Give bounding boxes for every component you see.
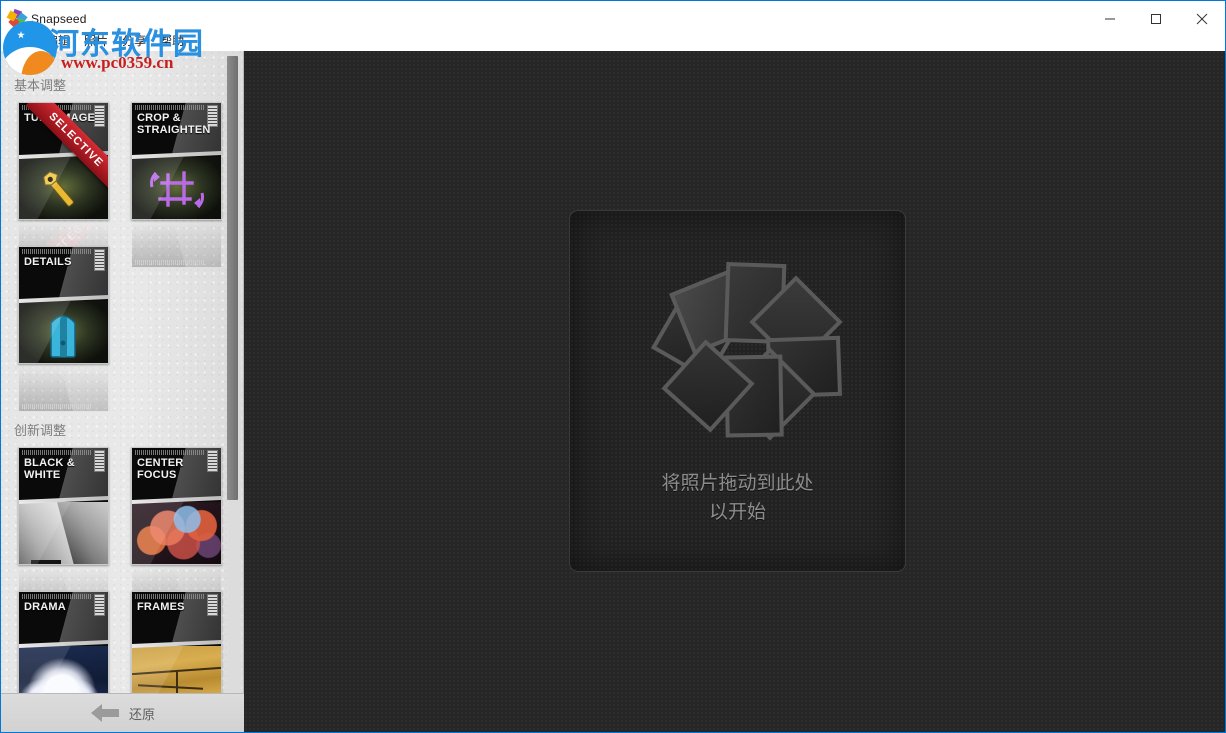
tile-body — [19, 502, 108, 564]
tile-wrap: TUNE IMAGE — [18, 102, 131, 268]
sidebar-scrollbar-track[interactable] — [227, 53, 241, 692]
menu-item-photo[interactable]: 照片 — [77, 32, 115, 50]
tile-body — [132, 157, 221, 219]
close-button[interactable] — [1179, 1, 1225, 37]
snapseed-pinwheel-icon — [6, 8, 28, 28]
tile-header: FRAMES — [132, 592, 221, 644]
dropzone-line-2: 以开始 — [708, 500, 766, 523]
section-title-basic: 基本调整 — [14, 79, 67, 94]
tile-label: CROP & STRAIGHTEN — [137, 112, 211, 136]
tile-label: DETAILS — [24, 256, 72, 268]
snapseed-pinwheel-logo — [650, 261, 843, 441]
filter-tile-tune-image[interactable]: TUNE IMAGE — [18, 102, 109, 220]
tile-topstrip — [22, 249, 92, 254]
close-icon — [1196, 13, 1208, 25]
tile-wrap: BLACK & WHITE — [18, 447, 131, 613]
filter-tile-drama[interactable]: DRAMA — [18, 591, 109, 694]
clouds-photo-icon — [19, 646, 108, 694]
menu-item-share[interactable]: 分享 — [115, 32, 153, 50]
tile-row: TUNE IMAGE — [1, 102, 243, 268]
tile-topstrip — [22, 594, 92, 599]
menu-item-file[interactable]: 文件 — [1, 32, 39, 50]
editor-canvas: 将照片拖动到此处 以开始 — [244, 51, 1225, 732]
menu-item-edit[interactable]: 编辑 — [39, 32, 77, 50]
tile-label: CENTER FOCUS — [137, 457, 184, 481]
maximize-button[interactable] — [1133, 1, 1179, 37]
tile-row: BLACK & WHITE CENTER FOCUS — [1, 447, 243, 613]
revert-button[interactable]: 还原 — [129, 704, 155, 723]
filter-tile-frames[interactable]: FRAMES — [131, 591, 222, 694]
menu-bar: 文件 编辑 照片 分享 帮助 — [1, 31, 244, 51]
tile-header: BLACK & WHITE — [19, 448, 108, 500]
tile-body — [132, 646, 221, 694]
section-title-creative: 创新调整 — [14, 424, 67, 439]
tile-header: DRAMA — [19, 592, 108, 644]
window-controls — [1087, 1, 1225, 37]
tile-topstrip — [135, 594, 205, 599]
barcode-icon — [94, 249, 105, 271]
bokeh-photo-icon — [132, 502, 221, 564]
filter-tile-details[interactable]: DETAILS — [18, 246, 109, 364]
tile-header: CROP & STRAIGHTEN — [132, 103, 221, 155]
filter-tile-black-and-white[interactable]: BLACK & WHITE — [18, 447, 109, 565]
tile-label: FRAMES — [137, 601, 185, 613]
maximize-icon — [1151, 14, 1161, 24]
minimize-button[interactable] — [1087, 1, 1133, 37]
wrench-icon — [43, 171, 74, 207]
tile-row: DRAMA FRAMES — [1, 591, 243, 694]
frames-photo-icon — [132, 646, 221, 694]
crop-rotate-icon — [150, 171, 204, 209]
barcode-icon — [94, 594, 105, 616]
tile-topstrip — [22, 450, 92, 455]
bw-photo-icon — [19, 502, 108, 564]
tile-wrap: DETAILS — [18, 246, 131, 412]
tile-reflection — [18, 366, 111, 412]
tile-body — [19, 301, 108, 363]
filter-tile-center-focus[interactable]: CENTER FOCUS — [131, 447, 222, 565]
menu-item-help[interactable]: 帮助 — [153, 32, 191, 50]
window-title: Snapseed — [31, 12, 87, 26]
tile-topstrip — [135, 450, 205, 455]
minimize-icon — [1105, 18, 1115, 20]
sidebar-scrollbar-thumb[interactable] — [227, 56, 238, 500]
snapseed-window: Snapseed 文件 编辑 照片 分享 帮助 河东软件园 www.pc0359… — [0, 0, 1226, 733]
sharpener-icon — [50, 315, 76, 358]
filters-scroll-area: 基本调整 TUNE IMAGE — [1, 51, 243, 694]
tile-label: BLACK & WHITE — [24, 457, 75, 481]
bottom-toolbar: 还原 — [1, 693, 244, 732]
tile-reflection — [131, 222, 224, 268]
filter-tile-crop-straighten[interactable]: CROP & STRAIGHTEN — [131, 102, 222, 220]
barcode-icon — [94, 105, 105, 127]
tile-wrap: DRAMA — [18, 591, 131, 694]
tile-topstrip — [135, 105, 205, 110]
tile-label: DRAMA — [24, 601, 66, 613]
photo-dropzone[interactable]: 将照片拖动到此处 以开始 — [569, 209, 906, 572]
dropzone-line-1: 将照片拖动到此处 — [661, 471, 814, 494]
barcode-icon — [207, 594, 218, 616]
tile-body — [132, 502, 221, 564]
tile-header: DETAILS — [19, 247, 108, 299]
back-arrow-icon[interactable] — [90, 702, 120, 724]
tile-header: CENTER FOCUS — [132, 448, 221, 500]
tile-body — [19, 646, 108, 694]
filters-sidebar: 基本调整 TUNE IMAGE — [1, 51, 244, 732]
dropzone-text: 将照片拖动到此处 以开始 — [661, 469, 813, 527]
